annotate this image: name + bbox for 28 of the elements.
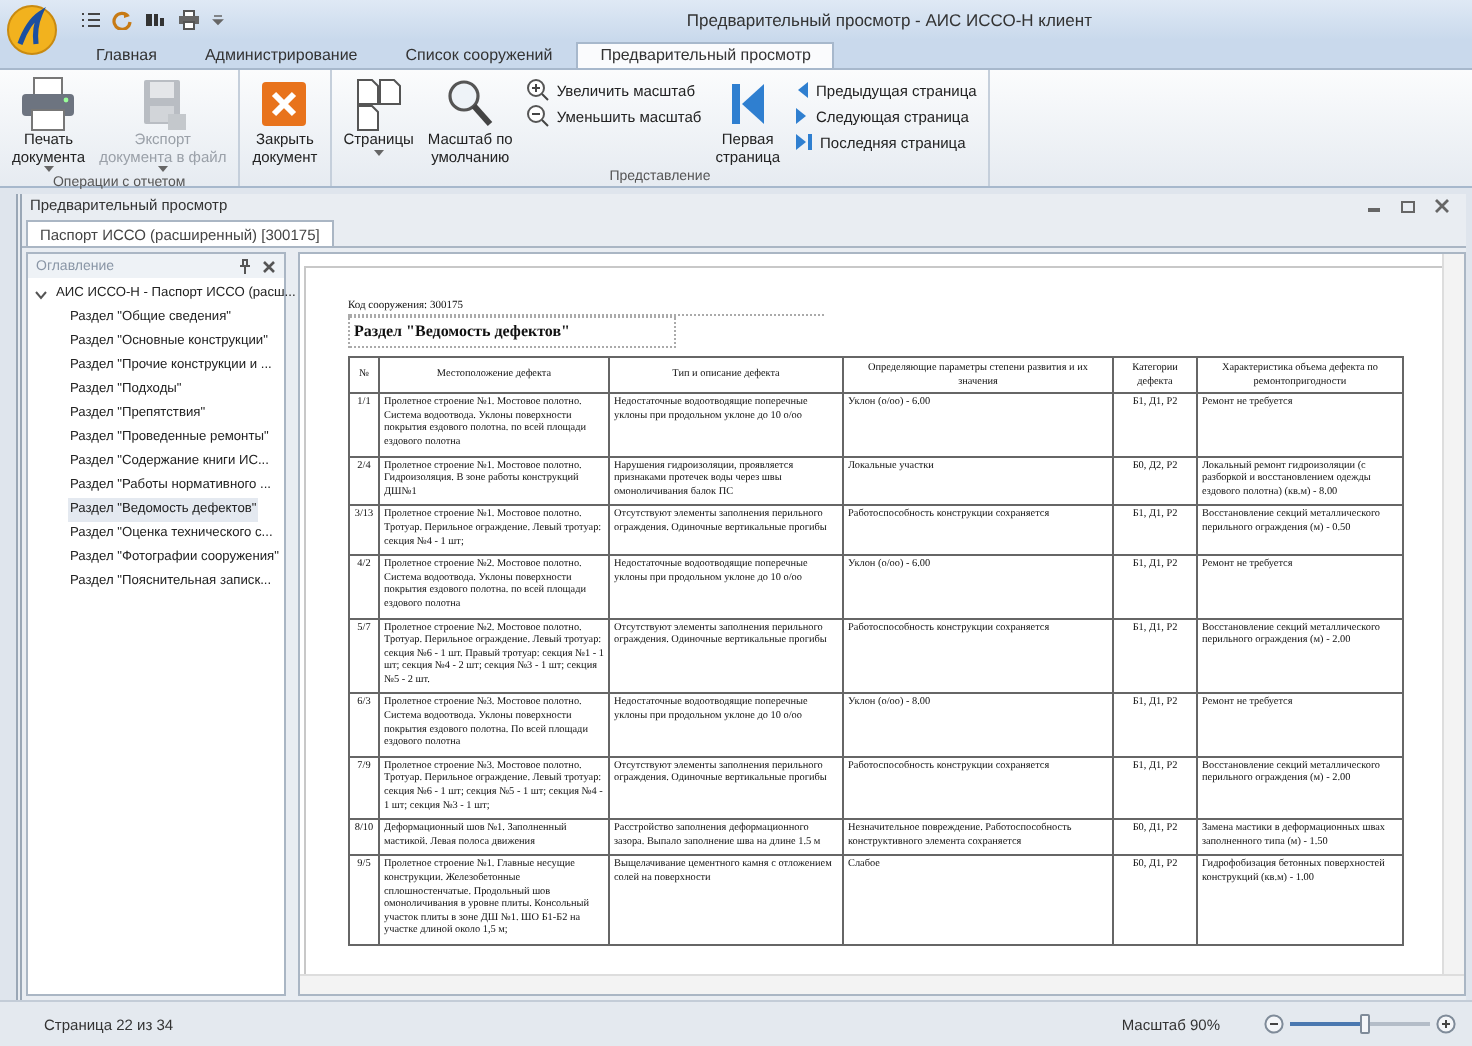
customize-caret-icon[interactable]: [212, 14, 224, 26]
pages-icon: [352, 76, 405, 132]
ribbon-tab[interactable]: Администрирование: [180, 42, 382, 68]
printer-icon[interactable]: [178, 10, 200, 30]
next-icon: [794, 106, 811, 126]
horizontal-scrollbar[interactable]: [300, 974, 1464, 994]
section-title: Раздел "Ведомость дефектов": [348, 316, 676, 348]
refresh-icon[interactable]: [112, 10, 132, 30]
chevron-down-icon[interactable]: [34, 289, 48, 299]
ribbon-tab[interactable]: Главная: [72, 42, 181, 68]
close-icon[interactable]: [262, 259, 276, 273]
zoom-in-icon[interactable]: [1436, 1014, 1456, 1034]
zoom-out-icon: [526, 104, 551, 128]
close-icon[interactable]: [1434, 197, 1450, 213]
printer-icon: [18, 76, 79, 132]
ribbon-tab[interactable]: Список сооружений: [381, 42, 577, 68]
restore-icon[interactable]: [1400, 197, 1416, 213]
zoom-out-icon[interactable]: [1264, 1014, 1284, 1034]
last-page-icon: [794, 132, 815, 152]
zoom-in-icon: [526, 78, 551, 102]
previous-icon: [794, 80, 811, 100]
ribbon-tab[interactable]: Предварительный просмотр: [576, 42, 835, 68]
vertical-scrollbar[interactable]: [1442, 254, 1464, 974]
list-icon[interactable]: [80, 10, 100, 30]
slider-thumb[interactable]: [1360, 1014, 1371, 1034]
pin-icon[interactable]: [238, 258, 252, 274]
search-icon: [444, 76, 497, 132]
window-title: Предварительный просмотр - АИС ИССО-Н клиент: [684, 10, 1094, 30]
